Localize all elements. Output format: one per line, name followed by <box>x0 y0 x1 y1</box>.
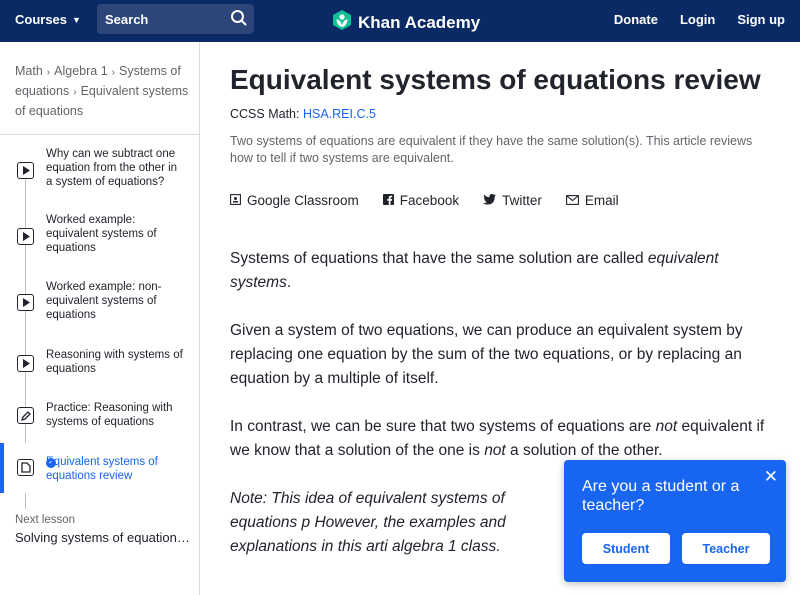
search-label: Search <box>105 12 149 27</box>
sidebar-item-label: Worked example: equivalent systems of eq… <box>46 214 157 254</box>
paragraph-text: Systems of equations that have the same … <box>230 250 648 267</box>
sidebar-item-equivalent-review[interactable]: ✓ Equivalent systems of equations review <box>0 443 199 493</box>
search-icon[interactable] <box>230 9 248 30</box>
sidebar-item-practice-reasoning[interactable]: Practice: Reasoning with systems of equa… <box>0 401 199 433</box>
chevron-right-icon: › <box>73 87 77 98</box>
student-button[interactable]: Student <box>582 533 670 564</box>
paragraph-3: In contrast, we can be sure that two sys… <box>230 415 775 463</box>
sidebar-item-subtract-equations[interactable]: Why can we subtract one equation from th… <box>0 147 199 197</box>
teacher-button[interactable]: Teacher <box>682 533 770 564</box>
emphasis-text: not <box>484 442 506 459</box>
sidebar-item-label: Reasoning with systems of equations <box>46 349 183 375</box>
sidebar-item-label: Practice: Reasoning with systems of equa… <box>46 402 173 428</box>
chevron-right-icon: › <box>46 67 51 78</box>
note-paragraph: Note: This idea of equivalent systems of… <box>230 490 506 555</box>
sidebar-divider <box>0 134 199 135</box>
share-bar: Google Classroom Facebook Twitter Email <box>230 193 619 208</box>
next-lesson-link[interactable]: Solving systems of equations with substi… <box>15 530 190 545</box>
khan-academy-logo[interactable]: Khan Academy <box>332 9 480 36</box>
share-email[interactable]: Email <box>565 193 619 208</box>
paragraph-text: a solution of the other. <box>505 442 663 459</box>
play-icon <box>17 294 34 311</box>
share-label: Twitter <box>502 193 542 208</box>
pencil-icon <box>17 407 34 424</box>
sidebar-item-reasoning[interactable]: Reasoning with systems of equations <box>0 348 199 380</box>
role-prompt-popup: Are you a student or a teacher? ✕ Studen… <box>564 460 786 582</box>
page-title: Equivalent systems of equations review <box>230 64 761 95</box>
google-classroom-icon <box>230 193 241 208</box>
close-icon[interactable]: ✕ <box>764 467 778 487</box>
account-links: Donate Login Sign up <box>614 12 785 27</box>
chevron-right-icon: › <box>111 67 115 78</box>
emphasis-text: not <box>655 418 678 435</box>
courses-label: Courses <box>15 12 68 27</box>
paragraph-text: . <box>286 274 292 291</box>
lesson-sidebar: Math › Algebra 1 › Systems of equations › Equi… <box>0 42 200 595</box>
role-question: Are you a student or a teacher? <box>582 478 740 514</box>
chevron-down-icon: ▼ <box>72 14 81 25</box>
facebook-icon <box>382 193 394 208</box>
breadcrumb-math[interactable]: Math <box>15 64 43 78</box>
play-icon <box>17 355 34 372</box>
play-icon <box>17 228 34 245</box>
paragraph-text: In contrast, we can be sure that two sys… <box>230 418 656 435</box>
ccss-code-link[interactable]: HSA.REI.C.5 <box>303 107 376 121</box>
breadcrumb: Math › Algebra 1 › Systems of equations › Equi… <box>15 62 190 120</box>
next-lesson-label: Next lesson <box>15 514 76 526</box>
paragraph-1: Systems of equations that have the same … <box>230 247 775 295</box>
sidebar-item-label: Why can we subtract one equation from th… <box>46 148 178 188</box>
share-twitter[interactable]: Twitter <box>483 193 542 208</box>
breadcrumb-algebra-1[interactable]: Algebra 1 <box>54 64 108 78</box>
share-facebook[interactable]: Facebook <box>382 193 460 208</box>
search-box[interactable]: Search <box>97 4 254 34</box>
top-nav-bar: Courses ▼ Search Khan Academy Donate Log… <box>0 0 800 42</box>
share-google-classroom[interactable]: Google Classroom <box>230 193 359 208</box>
share-label: Google Classroom <box>247 193 359 208</box>
sidebar-item-label: Equivalent systems of equations review <box>46 456 158 482</box>
signup-link[interactable]: Sign up <box>737 12 785 27</box>
paragraph-2: Given a system of two equations, we can … <box>230 322 743 387</box>
share-label: Facebook <box>399 193 460 208</box>
play-icon <box>17 162 34 179</box>
ccss-label: CCSS Math: <box>230 107 300 121</box>
share-label: Email <box>584 193 619 208</box>
active-indicator <box>0 443 4 493</box>
email-icon <box>565 193 579 208</box>
logo-text: Khan Academy <box>358 12 481 32</box>
sidebar-item-worked-example-non-equivalent[interactable]: Worked example: non-equivalent systems o… <box>0 280 199 325</box>
article-icon: ✓ <box>17 458 56 476</box>
sidebar-item-worked-example-equivalent[interactable]: Worked example: equivalent systems of eq… <box>0 213 199 258</box>
login-link[interactable]: Login <box>680 12 715 27</box>
courses-menu[interactable]: Courses ▼ <box>15 12 81 27</box>
ccss-standard: CCSS Math: HSA.REI.C.5 <box>230 107 376 121</box>
leaf-logo-icon <box>332 9 352 36</box>
article-summary: Two systems of equations are equivalent … <box>230 134 753 165</box>
donate-link[interactable]: Donate <box>614 12 658 27</box>
twitter-icon <box>483 193 497 208</box>
sidebar-item-label: Worked example: non-equivalent systems o… <box>46 281 162 321</box>
